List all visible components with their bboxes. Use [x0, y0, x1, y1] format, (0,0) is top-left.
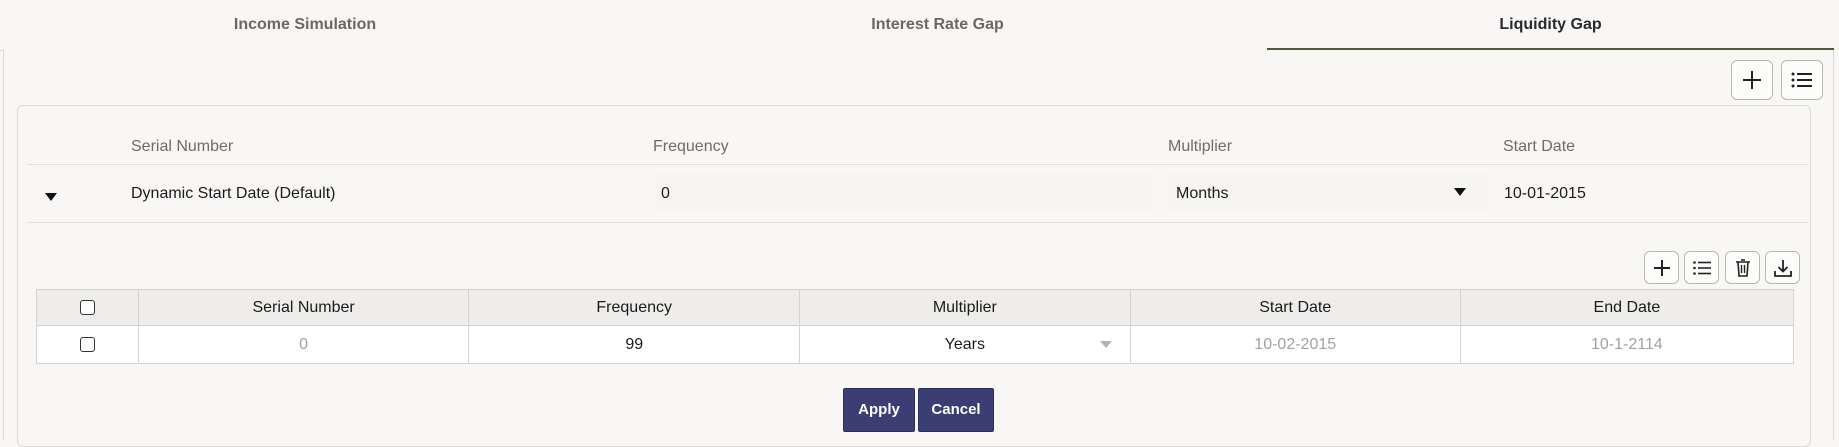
frequency-value: 0 [661, 185, 670, 202]
column-header-frequency: Frequency [468, 289, 801, 326]
chevron-down-icon [1454, 188, 1466, 196]
cancel-button[interactable]: Cancel [918, 388, 994, 432]
tab-liquidity-gap[interactable]: Liquidity Gap [1267, 0, 1834, 50]
cell-start-date: 10-02-2015 [1129, 325, 1461, 364]
plus-icon [1653, 259, 1670, 276]
divider [27, 222, 1809, 223]
list-icon [1791, 72, 1812, 88]
tab-interest-rate-gap[interactable]: Interest Rate Gap [620, 0, 1255, 50]
header-serial-number: Serial Number [131, 138, 234, 155]
multiplier-value: Months [1176, 185, 1229, 202]
row-select-cell [36, 325, 139, 364]
header-multiplier: Multiplier [1168, 138, 1233, 155]
list-icon [1692, 260, 1711, 275]
chevron-down-icon [1099, 341, 1112, 348]
plus-icon [1743, 71, 1761, 89]
grid-add-button[interactable] [1644, 251, 1679, 284]
caret-down-icon [45, 193, 57, 201]
grid-list-button[interactable] [1684, 251, 1719, 284]
tab-income-simulation[interactable]: Income Simulation [0, 0, 610, 50]
divider [27, 164, 1809, 165]
table-header-row: Serial Number Frequency Multiplier Start… [36, 289, 1795, 326]
add-button[interactable] [1731, 60, 1773, 100]
download-button[interactable] [1765, 251, 1800, 284]
start-date-value: 10-01-2015 [1504, 185, 1586, 202]
time-bucket-table: Serial Number Frequency Multiplier Start… [36, 289, 1795, 364]
column-header-multiplier: Multiplier [799, 289, 1131, 326]
column-header-serial-number: Serial Number [137, 289, 470, 326]
frequency-field[interactable] [655, 173, 1152, 211]
list-button[interactable] [1781, 60, 1823, 100]
select-all-cell [36, 289, 139, 326]
column-header-end-date: End Date [1459, 289, 1795, 326]
cell-serial-number: 0 [137, 325, 470, 364]
header-start-date: Start Date [1503, 138, 1576, 155]
download-icon [1773, 259, 1792, 277]
apply-button[interactable]: Apply [843, 388, 915, 432]
delete-button[interactable] [1725, 251, 1760, 284]
tab-bar: Income Simulation Interest Rate Gap Liqu… [0, 0, 1834, 51]
header-frequency: Frequency [653, 138, 729, 155]
table-row: 0 99 Years 10-02-2015 10-1-2114 [36, 325, 1795, 364]
cell-multiplier-value: Years [944, 335, 985, 353]
trash-icon [1735, 258, 1750, 277]
column-header-start-date: Start Date [1129, 289, 1461, 326]
serial-number-value: Dynamic Start Date (Default) [131, 185, 336, 202]
select-all-checkbox[interactable] [79, 299, 95, 315]
expand-row-toggle[interactable] [45, 188, 57, 206]
cell-end-date: 10-1-2114 [1459, 325, 1795, 364]
row-checkbox[interactable] [79, 336, 95, 352]
cell-multiplier[interactable]: Years [799, 325, 1131, 364]
cell-frequency[interactable]: 99 [468, 325, 801, 364]
